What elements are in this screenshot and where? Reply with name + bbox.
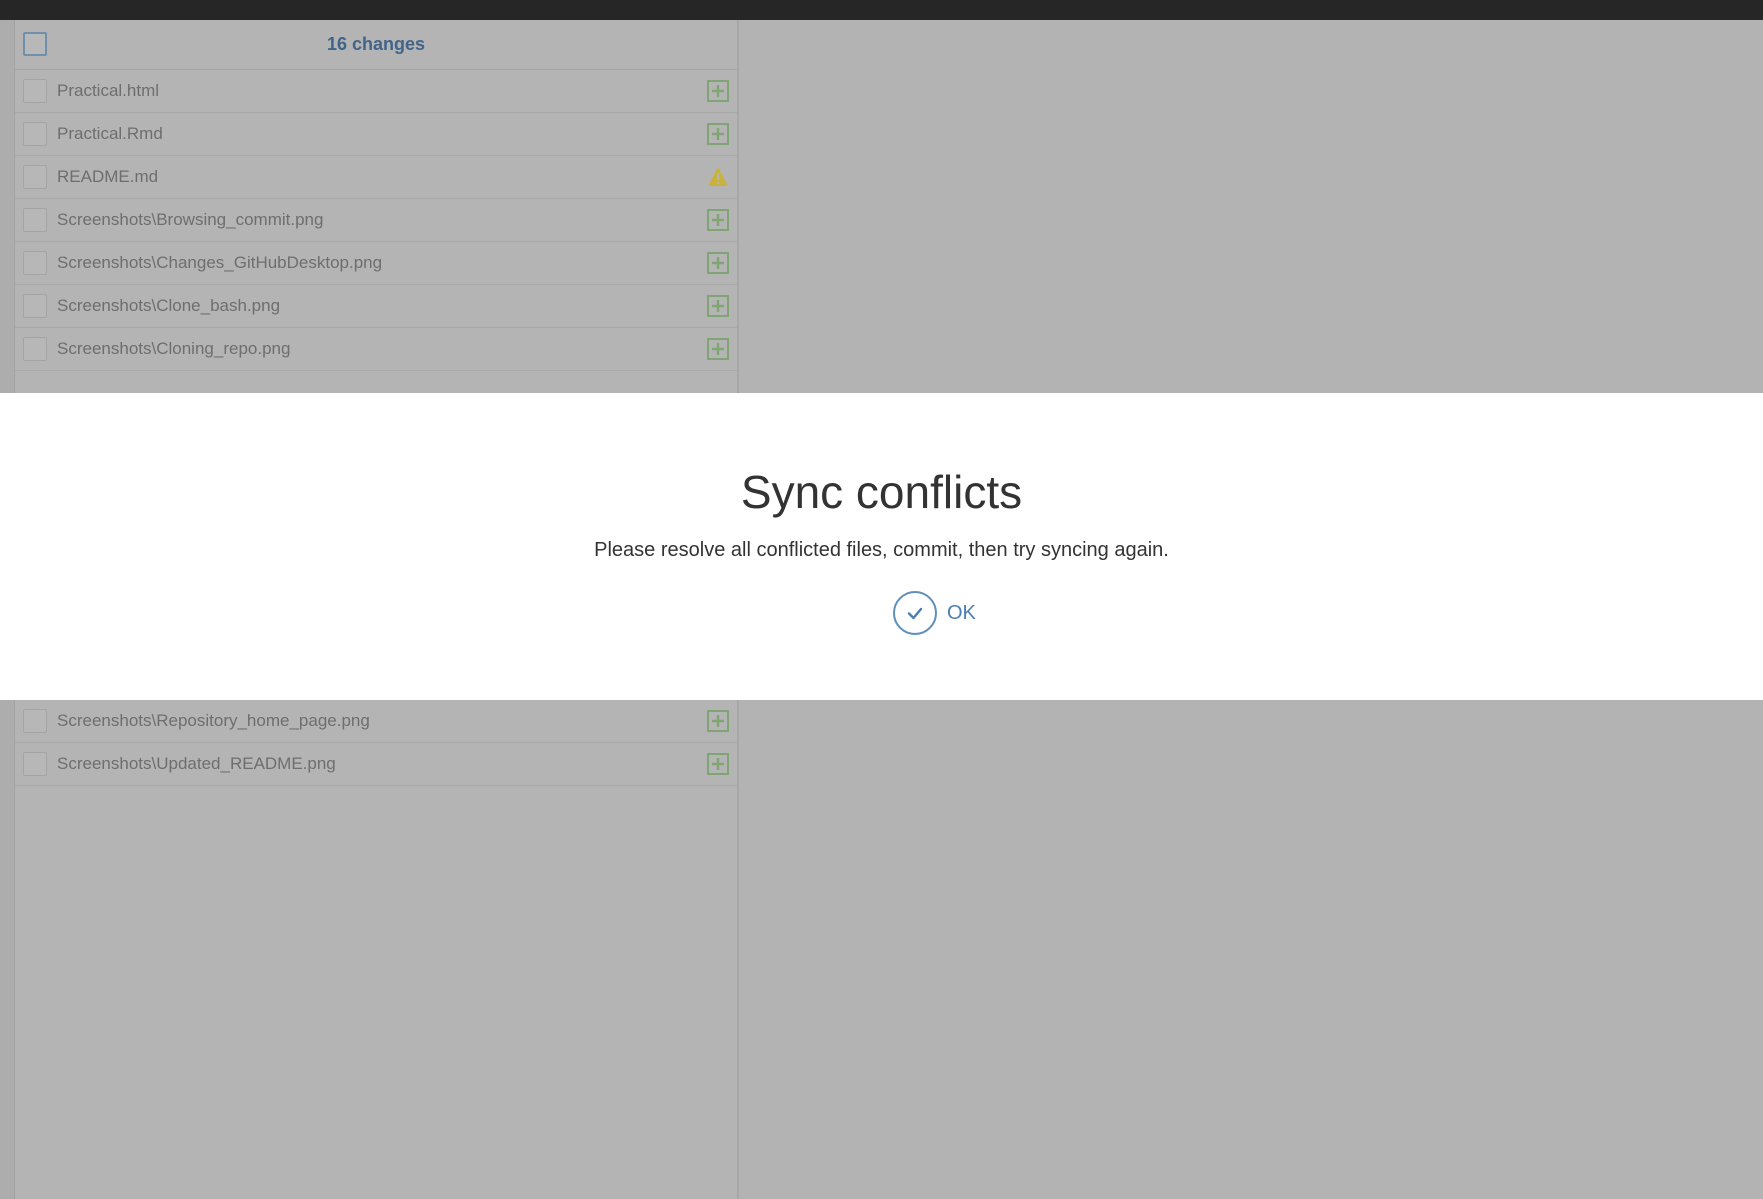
window-titlebar	[0, 0, 1763, 20]
file-checkbox[interactable]	[23, 709, 47, 733]
ok-button[interactable]: OK	[893, 590, 976, 636]
file-checkbox[interactable]	[23, 208, 47, 232]
changes-count-label: 16 changes	[326, 34, 426, 54]
warning-icon	[708, 167, 728, 186]
file-row[interactable]: Screenshots\Repository_home_page.png	[15, 700, 737, 743]
file-checkbox[interactable]	[23, 337, 47, 361]
file-checkbox[interactable]	[23, 752, 47, 776]
plus-box-icon	[707, 80, 729, 102]
dialog-message: Please resolve all conflicted files, com…	[594, 539, 1169, 561]
sync-conflicts-dialog: Sync conflicts Please resolve all confli…	[0, 393, 1763, 700]
checkmark-icon	[893, 591, 937, 635]
plus-box-icon	[707, 209, 729, 231]
plus-box-icon	[707, 295, 729, 317]
ok-label: OK	[947, 601, 976, 624]
file-name: Practical.Rmd	[57, 124, 163, 143]
file-name: Screenshots\Cloning_repo.png	[57, 339, 291, 358]
file-checkbox[interactable]	[23, 79, 47, 103]
file-row[interactable]: Screenshots\Changes_GitHubDesktop.png	[15, 242, 737, 285]
file-row[interactable]: Practical.Rmd	[15, 113, 737, 156]
file-row[interactable]: Screenshots\Clone_bash.png	[15, 285, 737, 328]
file-row[interactable]: Screenshots\Browsing_commit.png	[15, 199, 737, 242]
file-row[interactable]: Screenshots\Cloning_repo.png	[15, 328, 737, 371]
file-row[interactable]: Screenshots\Updated_README.png	[15, 743, 737, 786]
file-checkbox[interactable]	[23, 294, 47, 318]
plus-box-icon	[707, 252, 729, 274]
file-name: Practical.html	[57, 81, 160, 100]
plus-box-icon	[707, 753, 729, 775]
file-name: Screenshots\Repository_home_page.png	[57, 711, 370, 730]
file-row[interactable]: Practical.html	[15, 70, 737, 113]
file-checkbox[interactable]	[23, 165, 47, 189]
dialog-title: Sync conflicts	[740, 466, 1023, 518]
plus-box-icon	[707, 338, 729, 360]
file-name: Screenshots\Clone_bash.png	[57, 296, 281, 315]
plus-box-icon	[707, 123, 729, 145]
file-row[interactable]: README.md	[15, 156, 737, 199]
file-name: README.md	[57, 167, 159, 186]
file-name: Screenshots\Updated_README.png	[57, 754, 336, 773]
file-name: Screenshots\Browsing_commit.png	[57, 210, 324, 229]
file-checkbox[interactable]	[23, 122, 47, 146]
plus-box-icon	[707, 710, 729, 732]
file-name: Screenshots\Changes_GitHubDesktop.png	[57, 253, 383, 272]
changes-header: 16 changes	[15, 20, 737, 70]
file-checkbox[interactable]	[23, 251, 47, 275]
